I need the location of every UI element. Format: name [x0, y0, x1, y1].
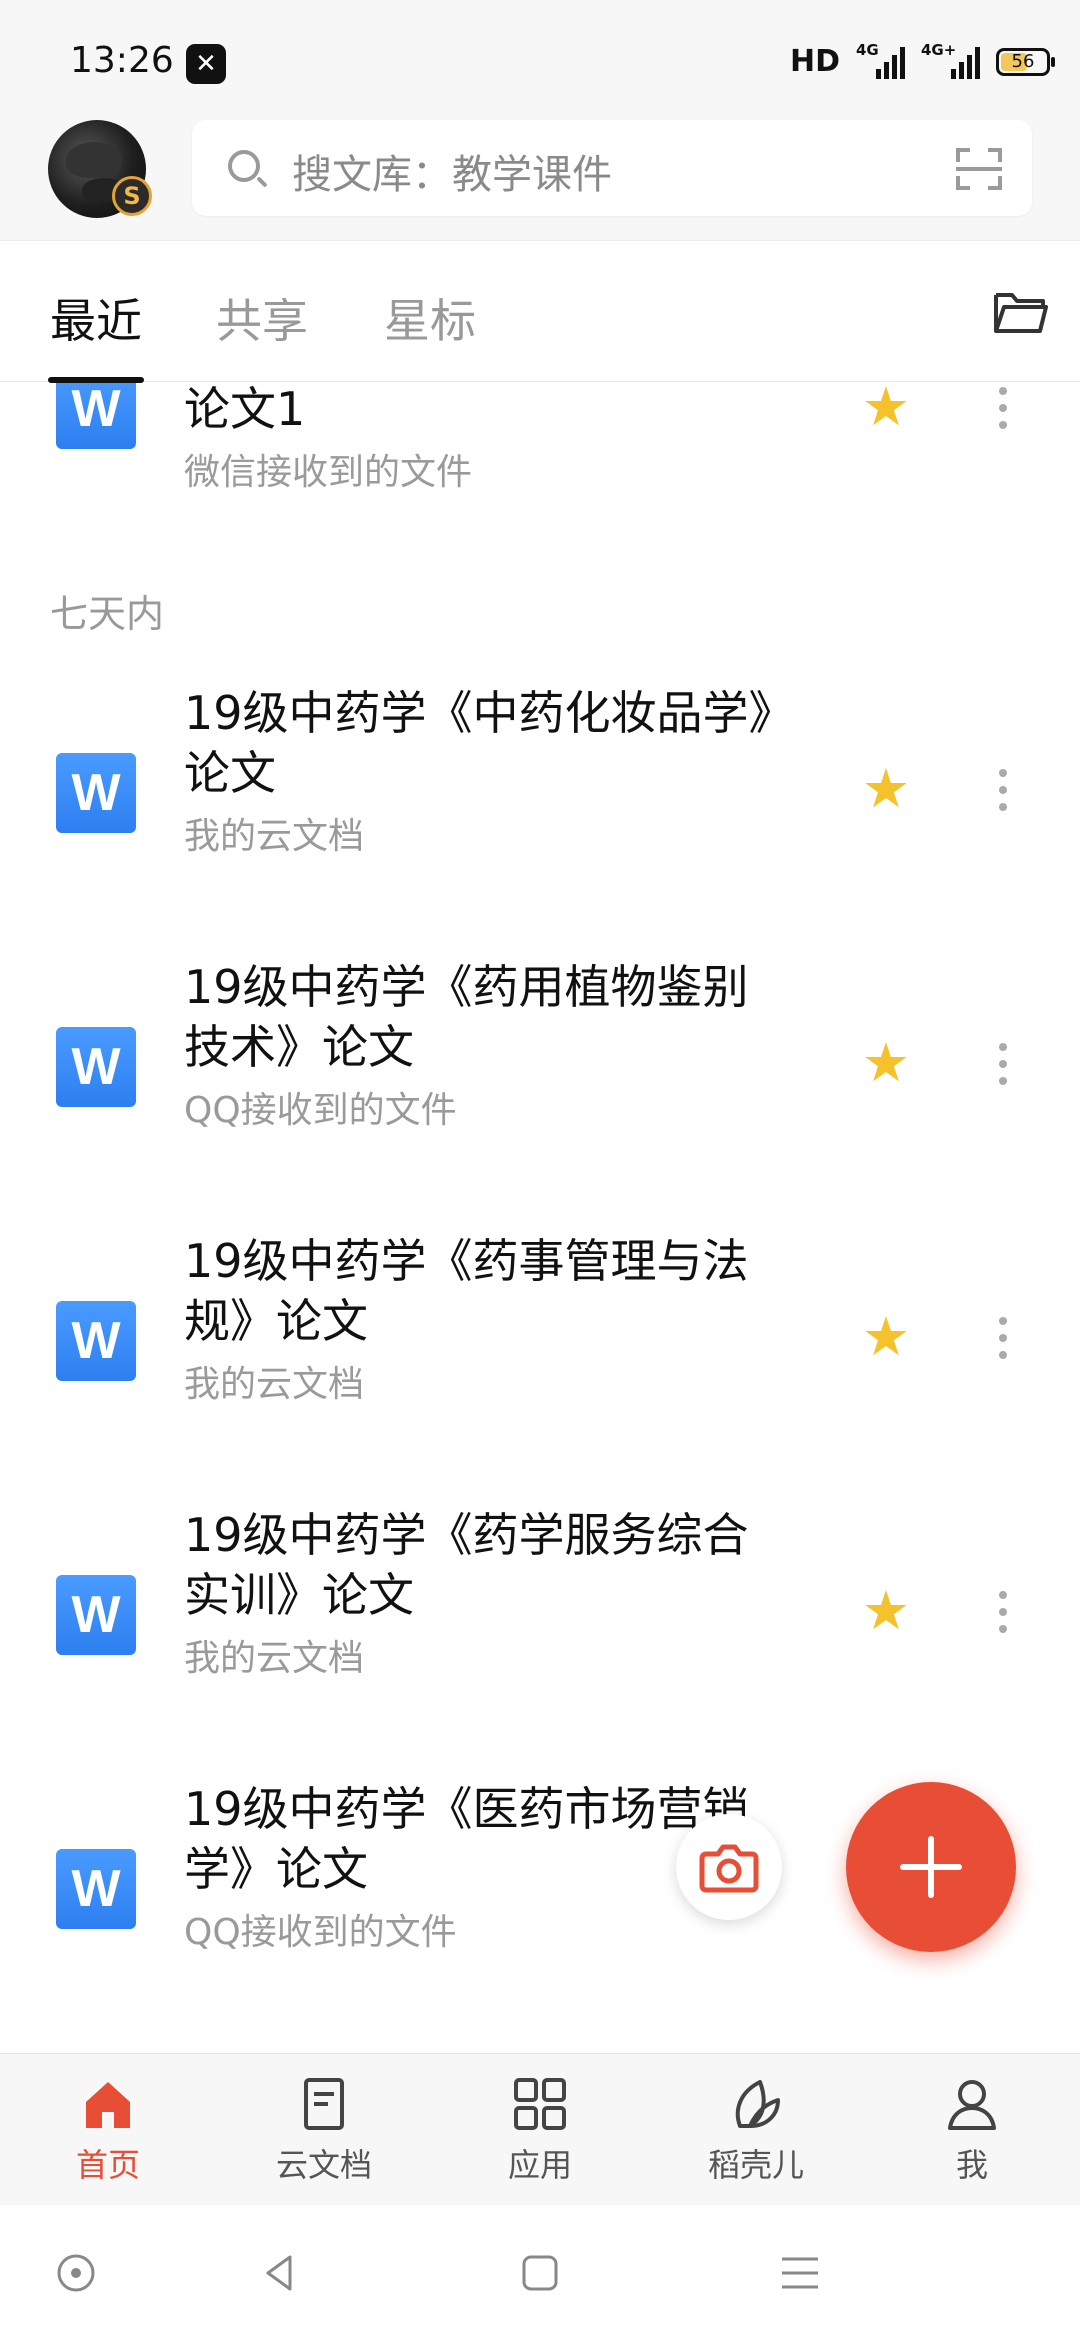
star-icon[interactable]: ★ — [860, 1310, 912, 1364]
camera-icon — [699, 1844, 759, 1893]
nav-home[interactable]: 首页 — [28, 2074, 188, 2186]
tab-recent[interactable]: 最近 — [50, 285, 142, 351]
status-time: 13:26 — [70, 40, 174, 81]
status-bar: 13:26 ✕ HD 4G 4G+ 56 — [0, 0, 1080, 110]
file-source: QQ接收到的文件 — [184, 1912, 457, 1953]
recents-button-icon[interactable] — [776, 2249, 824, 2297]
nav-apps[interactable]: 应用 — [460, 2074, 620, 2186]
file-name: 19级中药学《药学服务综合实训》论文 — [184, 1508, 749, 1622]
more-options-icon[interactable] — [988, 1039, 1018, 1091]
app-header: S 搜文库：教学课件 — [0, 110, 1080, 240]
nav-home-label: 首页 — [75, 2146, 140, 2184]
file-source: 我的云文档 — [184, 1638, 365, 1679]
more-options-icon[interactable] — [988, 383, 1018, 435]
nav-docer[interactable]: 稻壳儿 — [676, 2074, 836, 2186]
file-source: 我的云文档 — [184, 1364, 365, 1405]
file-name: 19级中药学《药事管理与法规》论文 — [184, 1234, 749, 1348]
file-name: 论文1 — [184, 383, 306, 436]
file-row[interactable]: W 19级中药学《药事管理与法规》论文 我的云文档 ★ — [0, 1231, 1080, 1501]
file-source: 我的云文档 — [184, 816, 365, 857]
search-icon — [228, 150, 260, 182]
nav-me[interactable]: 我 — [892, 2074, 1052, 2186]
back-button-icon[interactable] — [256, 2249, 304, 2297]
bottom-navigation: 首页 云文档 应用 稻壳儿 我 — [0, 2053, 1080, 2205]
nav-cloud-docs-label: 云文档 — [275, 2146, 372, 2184]
nav-me-label: 我 — [955, 2146, 988, 2184]
file-row[interactable]: W 19级中药学《中药化妆品学》论文 我的云文档 ★ — [0, 683, 1080, 953]
signal-icon-sim1: 4G — [856, 41, 905, 79]
nav-docer-label: 稻壳儿 — [707, 2146, 804, 2184]
battery-icon: 56 — [996, 47, 1055, 76]
file-name: 19级中药学《中药化妆品学》论文 — [184, 686, 772, 800]
person-icon — [948, 2080, 996, 2130]
home-icon — [86, 2082, 130, 2128]
more-options-icon[interactable] — [988, 1313, 1018, 1365]
search-input[interactable]: 搜文库：教学课件 — [192, 120, 1032, 216]
system-navigation-bar — [0, 2205, 1080, 2340]
leaf-icon — [735, 2080, 780, 2128]
tab-shared[interactable]: 共享 — [216, 285, 308, 351]
word-doc-icon: W — [56, 1575, 136, 1655]
file-source: 微信接收到的文件 — [184, 452, 473, 493]
signal-icon-sim2: 4G+ — [921, 41, 980, 79]
word-doc-icon: W — [56, 1849, 136, 1929]
more-options-icon[interactable] — [988, 765, 1018, 817]
add-new-button[interactable] — [846, 1782, 1016, 1952]
home-button-icon[interactable] — [516, 2249, 564, 2297]
search-placeholder: 搜文库：教学课件 — [292, 152, 612, 198]
folder-icon[interactable] — [992, 287, 1050, 337]
star-icon[interactable]: ★ — [860, 1584, 912, 1638]
word-doc-icon: W — [56, 1027, 136, 1107]
capcut-notification-icon: ✕ — [186, 44, 226, 84]
scan-icon[interactable] — [956, 148, 1002, 190]
more-options-icon[interactable] — [988, 1587, 1018, 1639]
apps-grid-icon — [514, 2078, 566, 2130]
hd-voice-icon: HD — [789, 44, 840, 79]
assistant-button-icon[interactable] — [52, 2249, 100, 2297]
nav-cloud-docs[interactable]: 云文档 — [244, 2074, 404, 2186]
star-icon[interactable]: ★ — [860, 762, 912, 816]
tab-starred[interactable]: 星标 — [384, 285, 476, 351]
file-row[interactable]: W 19级中药学《药学服务综合实训》论文 我的云文档 ★ — [0, 1505, 1080, 1775]
file-row[interactable]: W 论文1 微信接收到的文件 ★ — [0, 383, 1080, 557]
section-title-week: 七天内 — [50, 592, 165, 636]
camera-scan-button[interactable] — [676, 1814, 782, 1920]
status-indicators: HD 4G 4G+ 56 — [789, 41, 1055, 79]
word-doc-icon: W — [56, 1301, 136, 1381]
vip-badge-icon: S — [112, 176, 152, 216]
file-source: QQ接收到的文件 — [184, 1090, 457, 1131]
star-icon[interactable]: ★ — [860, 383, 912, 434]
star-icon[interactable]: ★ — [860, 1036, 912, 1090]
file-row[interactable]: W 19级中药学《药用植物鉴别技术》论文 QQ接收到的文件 ★ — [0, 957, 1080, 1227]
tab-bar: 最近 共享 星标 — [0, 240, 1080, 383]
nav-apps-label: 应用 — [507, 2146, 572, 2184]
word-doc-icon: W — [56, 383, 136, 449]
document-icon — [304, 2078, 344, 2130]
file-name: 19级中药学《药用植物鉴别技术》论文 — [184, 960, 749, 1074]
word-doc-icon: W — [56, 753, 136, 833]
